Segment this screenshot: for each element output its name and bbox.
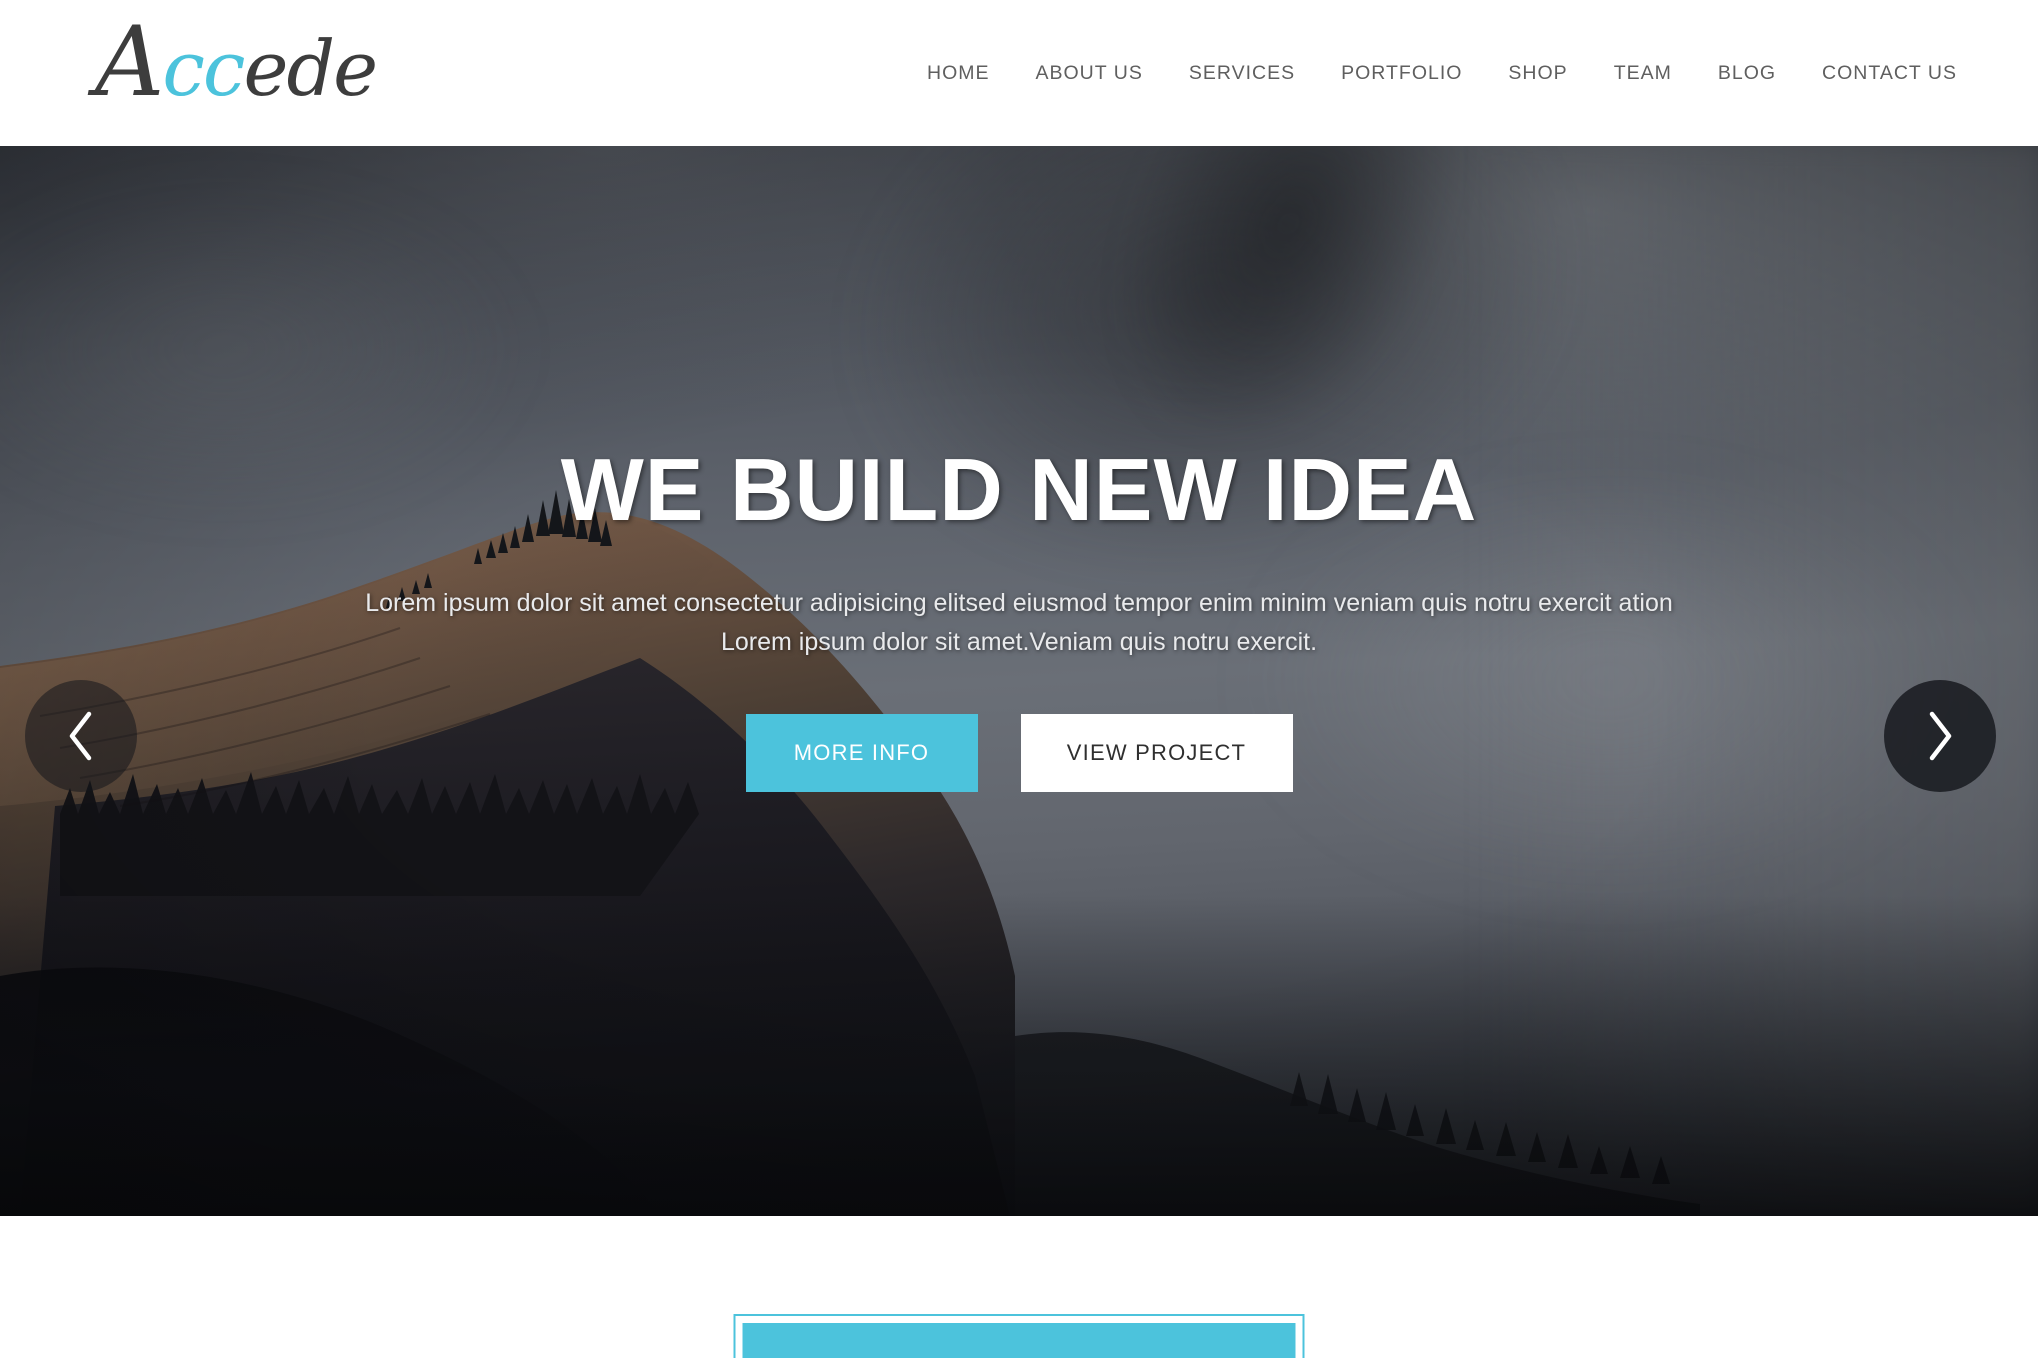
hero-content: WE BUILD NEW IDEA Lorem ipsum dolor sit …	[0, 146, 2038, 1216]
carousel-next-button[interactable]	[1884, 680, 1996, 792]
nav-item-shop[interactable]: SHOP	[1485, 62, 1590, 85]
section-title-badge: WE ARE ACCEDE	[733, 1314, 1305, 1358]
more-info-button[interactable]: MORE INFO	[745, 713, 978, 792]
chevron-right-icon	[1923, 709, 1957, 763]
nav-item-blog[interactable]: BLOG	[1695, 62, 1799, 85]
logo-wordmark: Accede	[95, 6, 378, 118]
nav-item-contact-us[interactable]: CONTACT US	[1799, 62, 1980, 85]
site-header: Accede HOME ABOUT US SERVICES PORTFOLIO …	[0, 0, 2038, 146]
nav-item-about-us[interactable]: ABOUT US	[1013, 62, 1166, 85]
nav-item-services[interactable]: SERVICES	[1166, 62, 1318, 85]
site-logo[interactable]: Accede	[95, 14, 378, 128]
main-navigation: HOME ABOUT US SERVICES PORTFOLIO SHOP TE…	[904, 0, 1980, 146]
chevron-left-icon	[64, 709, 98, 763]
nav-item-home[interactable]: HOME	[904, 62, 1013, 85]
nav-item-portfolio[interactable]: PORTFOLIO	[1318, 62, 1485, 85]
hero-button-group: MORE INFO VIEW PROJECT	[745, 713, 1293, 792]
about-section: WE ARE ACCEDE	[0, 1216, 2038, 1358]
hero-slider: WE BUILD NEW IDEA Lorem ipsum dolor sit …	[0, 146, 2038, 1216]
hero-subtitle: Lorem ipsum dolor sit amet consectetur a…	[365, 589, 1673, 656]
nav-item-team[interactable]: TEAM	[1591, 62, 1695, 85]
carousel-prev-button[interactable]	[25, 680, 137, 792]
section-title-text: WE ARE ACCEDE	[827, 1351, 1211, 1358]
hero-title: WE BUILD NEW IDEA	[560, 440, 1478, 539]
view-project-button[interactable]: VIEW PROJECT	[1020, 713, 1293, 792]
